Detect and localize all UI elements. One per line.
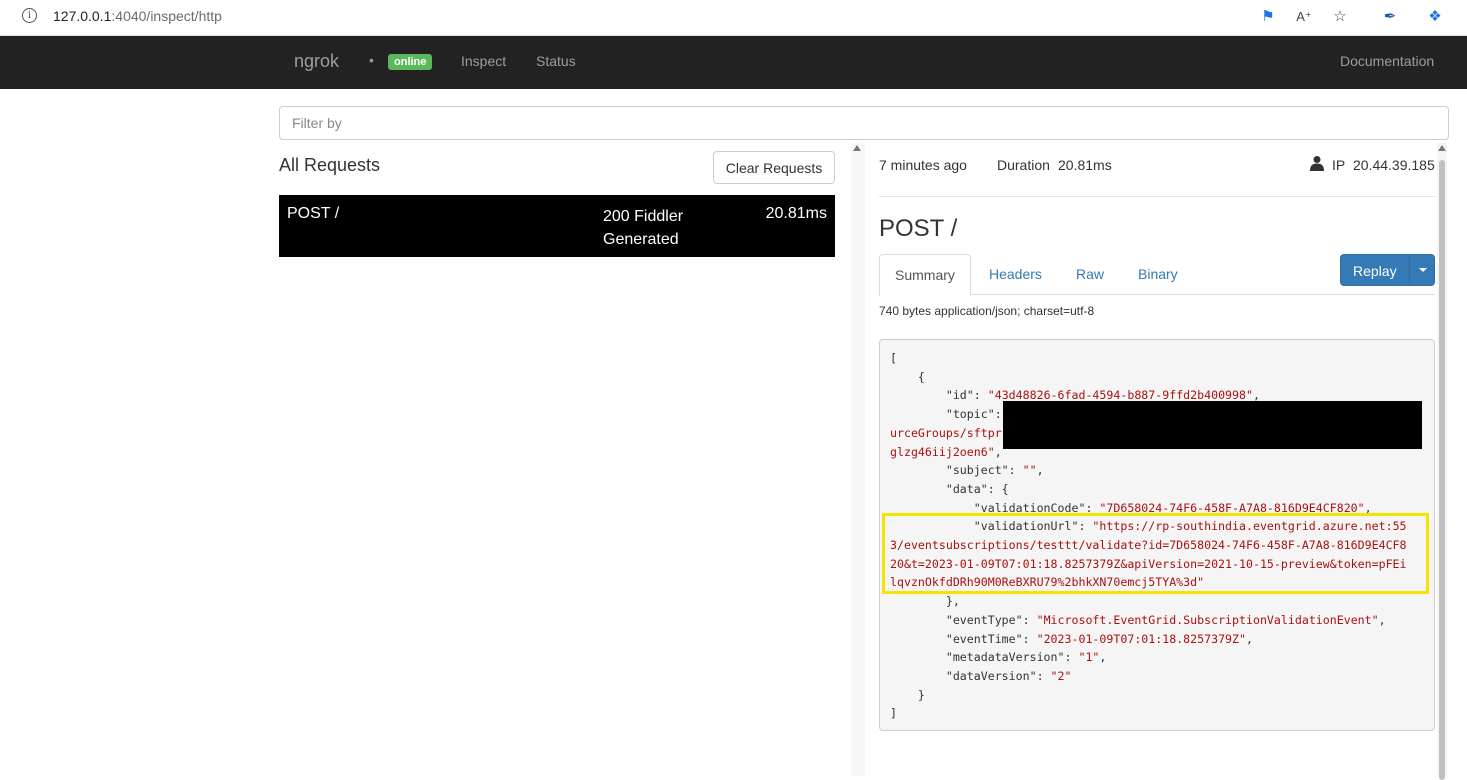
brand[interactable]: ngrok	[294, 51, 339, 72]
request-status-line1: 200 Fiddler	[603, 208, 684, 225]
ip-label: IP	[1332, 157, 1346, 173]
request-status-line2: Generated	[603, 231, 679, 248]
nav-link-documentation[interactable]: Documentation	[1340, 53, 1434, 69]
replay-button[interactable]: Replay	[1340, 254, 1435, 286]
duration-label: Duration	[997, 157, 1050, 173]
nav-link-status[interactable]: Status	[536, 53, 576, 69]
site-info-icon[interactable]: i	[22, 8, 37, 23]
filter-input[interactable]	[279, 106, 1449, 140]
clear-requests-button[interactable]: Clear Requests	[713, 151, 835, 184]
duration-value: 20.81ms	[1058, 157, 1112, 173]
edit-icon[interactable]: ✒	[1380, 7, 1400, 27]
left-panel-scrollbar[interactable]	[851, 143, 865, 776]
top-navbar: ngrok • online Inspect Status Documentat…	[0, 36, 1467, 89]
extension-icon[interactable]: ❖	[1425, 7, 1445, 27]
tab-raw[interactable]: Raw	[1061, 254, 1119, 295]
ip-value: 20.44.39.185	[1353, 157, 1435, 173]
tab-summary[interactable]: Summary	[879, 254, 971, 296]
tag-icon[interactable]: ⚑	[1258, 7, 1278, 27]
url-host: 127.0.0.1	[53, 8, 112, 24]
browser-address-bar: i 127.0.0.1:4040/inspect/http ⚑ A⁺ ☆ ✒ ❖	[0, 0, 1467, 36]
time-ago: 7 minutes ago	[879, 157, 967, 173]
request-duration: 20.81ms	[765, 205, 827, 222]
caret-down-icon[interactable]	[1419, 268, 1427, 272]
request-title: POST /	[879, 215, 958, 242]
highlight-box	[882, 513, 1429, 594]
url-path: :4040/inspect/http	[111, 8, 222, 24]
request-method-path: POST /	[287, 205, 340, 222]
scroll-up-arrow-icon[interactable]	[1438, 145, 1446, 151]
read-aloud-icon[interactable]: A⁺	[1294, 7, 1314, 27]
replay-label: Replay	[1353, 263, 1397, 279]
nav-link-inspect[interactable]: Inspect	[461, 53, 506, 69]
separator-dot: •	[369, 52, 374, 68]
user-icon	[1310, 156, 1324, 171]
request-row[interactable]: POST / 200 Fiddler Generated 20.81ms	[279, 195, 835, 257]
replay-separator	[1409, 255, 1410, 285]
scroll-up-arrow-icon[interactable]	[853, 145, 861, 151]
content-info: 740 bytes application/json; charset=utf-…	[879, 304, 1095, 318]
url-field[interactable]: 127.0.0.1:4040/inspect/http	[53, 8, 222, 24]
redaction-block	[1003, 401, 1422, 449]
tab-binary[interactable]: Binary	[1123, 254, 1193, 295]
request-status: 200 Fiddler Generated	[603, 205, 703, 251]
requests-heading: All Requests	[279, 155, 381, 175]
divider	[879, 196, 1435, 197]
add-favorite-icon[interactable]: ☆	[1330, 7, 1350, 27]
status-badge: online	[388, 54, 433, 70]
scrollbar-thumb[interactable]	[1439, 160, 1445, 780]
tab-headers[interactable]: Headers	[974, 254, 1057, 295]
